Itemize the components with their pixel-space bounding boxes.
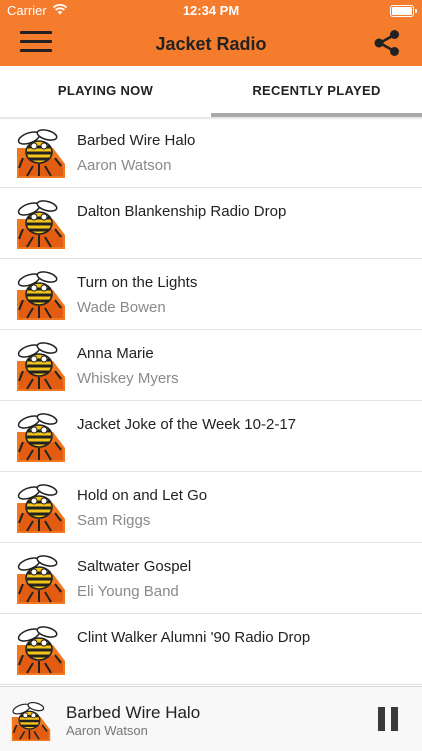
list-item[interactable]: Turn on the Lights Wade Bowen [0,259,422,330]
page-title: Jacket Radio [155,34,267,54]
pause-button[interactable] [376,707,400,733]
share-icon [374,30,399,56]
jacket-logo-image [15,412,67,462]
track-artist: Whiskey Myers [77,370,179,387]
app-bar: Carrier 12:34 PM Jacket Radio [0,0,422,66]
track-title: Barbed Wire Halo [77,132,196,149]
jacket-logo-image [15,341,67,391]
track-title: Anna Marie [77,345,154,362]
jacket-logo-image [10,701,52,741]
status-bar: Carrier 12:34 PM [0,0,422,22]
list-item[interactable]: Barbed Wire Halo Aaron Watson [0,117,422,188]
list-item[interactable]: Anna Marie Whiskey Myers [0,330,422,401]
track-artist: Wade Bowen [77,299,166,316]
now-playing-title: Barbed Wire Halo [66,703,201,722]
battery-icon [390,5,417,17]
jacket-logo-image [15,554,67,604]
jacket-logo-image [15,483,67,533]
list-item[interactable]: Clint Walker Alumni '90 Radio Drop [0,614,422,685]
track-artist: Eli Young Band [77,583,179,600]
track-title: Hold on and Let Go [77,487,208,504]
share-button[interactable] [372,28,402,58]
now-playing-bar[interactable]: Barbed Wire Halo Aaron Watson [0,686,422,751]
list-item[interactable]: Dalton Blankenship Radio Drop [0,188,422,259]
status-time: 12:34 PM [182,3,240,18]
track-artist: Sam Riggs [77,512,151,529]
pause-icon [378,707,385,731]
track-title: Jacket Joke of the Week 10-2-17 [77,416,297,433]
jacket-logo-image [15,625,67,675]
tab-shadow [0,117,422,120]
list-item[interactable]: Jacket Joke of the Week 10-2-17 [0,401,422,472]
tab-playing-now[interactable]: PLAYING NOW [0,66,211,117]
recently-played-list: Barbed Wire Halo Aaron Watson Dalton Bla… [0,117,422,685]
track-artist: Aaron Watson [77,157,172,174]
tab-bar: PLAYING NOW RECENTLY PLAYED [0,66,422,117]
track-title: Turn on the Lights [77,274,198,291]
jacket-logo-image [15,199,67,249]
now-playing-artist: Aaron Watson [66,723,148,738]
track-title: Dalton Blankenship Radio Drop [77,203,287,220]
tab-recently-played[interactable]: RECENTLY PLAYED [211,66,422,117]
list-item[interactable]: Hold on and Let Go Sam Riggs [0,472,422,543]
track-title: Saltwater Gospel [77,558,192,575]
jacket-logo-image [15,270,67,320]
list-item[interactable]: Saltwater Gospel Eli Young Band [0,543,422,614]
track-title: Clint Walker Alumni '90 Radio Drop [77,629,311,646]
jacket-logo-image [15,128,67,178]
